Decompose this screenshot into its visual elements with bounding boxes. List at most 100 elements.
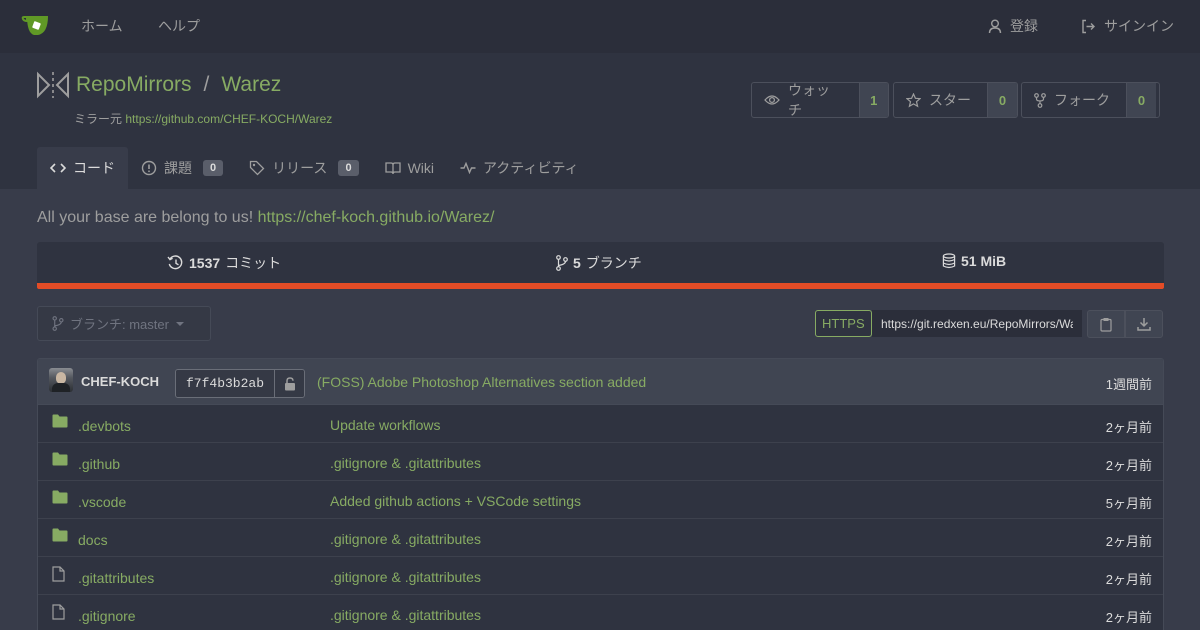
repo-description-text: All your base are belong to us! [37,209,254,226]
person-icon [988,19,1002,34]
issues-count-badge: 0 [203,160,224,176]
watch-button-label-area[interactable]: ウォッチ [752,83,859,117]
tab-activity-label: アクティビティ [483,160,579,176]
fork-icon [1034,92,1046,108]
commit-time: 1週間前 [1105,377,1152,392]
table-row: .gitignore .gitignore & .gitattributes 2… [38,595,1163,630]
history-icon [167,255,184,271]
branches-count: 5 [573,255,581,271]
repo-website-link[interactable]: https://chef-koch.github.io/Warez/ [258,209,495,226]
file-name-link[interactable]: .gitignore [78,608,136,624]
top-navbar: ホーム ヘルプ 登録 サインイン [0,0,1200,53]
folder-icon [52,528,68,545]
folder-icon [52,452,68,469]
commits-stat[interactable]: 1537 コミット [167,253,281,273]
star-count[interactable]: 0 [987,83,1017,117]
fork-button-label-area[interactable]: フォーク [1022,83,1126,117]
file-name-link[interactable]: .devbots [78,418,131,434]
file-commit-time: 2ヶ月前 [1105,534,1152,549]
table-row: docs .gitignore & .gitattributes 2ヶ月前 [38,519,1163,557]
gitea-logo-icon[interactable] [21,13,51,39]
table-row: .vscode Added github actions + VSCode se… [38,481,1163,519]
clipboard-icon [1100,317,1112,332]
file-name-link[interactable]: docs [78,532,108,548]
file-commit-message-link[interactable]: Update workflows [330,417,441,433]
file-icon [52,566,65,585]
tab-issues[interactable]: 課題 0 [128,147,236,189]
file-commit-message-link[interactable]: .gitignore & .gitattributes [330,569,481,585]
mirror-label: ミラー元 [74,112,123,126]
table-row: .gitattributes .gitignore & .gitattribut… [38,557,1163,595]
nav-home-link[interactable]: ホーム [81,18,123,34]
nav-register-link[interactable]: 登録 [988,18,1038,34]
file-commit-message-link[interactable]: .gitignore & .gitattributes [330,607,481,623]
branch-icon [52,316,64,331]
file-commit-message-link[interactable]: .gitignore & .gitattributes [330,455,481,471]
repo-owner-link[interactable]: RepoMirrors [76,73,192,97]
repo-name-link[interactable]: Warez [221,73,281,97]
sign-in-icon [1081,19,1096,34]
nav-signin-link[interactable]: サインイン [1081,18,1174,34]
watch-label: ウォッチ [788,82,830,118]
commit-sha-button[interactable]: f7f4b3b2ab [175,369,306,398]
tab-wiki-label: Wiki [407,160,434,176]
file-commit-time: 5ヶ月前 [1105,496,1152,511]
commit-message-link[interactable]: (FOSS) Adobe Photoshop Alternatives sect… [317,374,646,390]
watch-count[interactable]: 1 [858,83,888,117]
branches-stat[interactable]: 5 ブランチ [556,253,642,273]
commits-label: コミット [225,255,282,271]
file-table: CHEF-KOCH f7f4b3b2ab (FOSS) Adobe Photos… [37,358,1164,630]
star-button[interactable]: スター 0 [893,82,1018,118]
table-row: .github .gitignore & .gitattributes 2ヶ月前 [38,443,1163,481]
repo-title: RepoMirrors / Warez [76,73,281,97]
tab-activity[interactable]: アクティビティ [447,147,592,189]
repo-size: 51 MiB [961,253,1007,269]
tag-icon [249,160,265,176]
tab-code[interactable]: コード [37,147,128,189]
file-name-link[interactable]: .github [78,456,120,472]
caret-down-icon [175,321,185,327]
repo-description: All your base are belong to us! https://… [37,209,494,227]
file-commit-time: 2ヶ月前 [1105,420,1152,435]
watch-button[interactable]: ウォッチ 1 [751,82,889,118]
copy-url-button[interactable] [1087,310,1125,338]
tab-code-label: コード [73,160,115,176]
nav-register-label: 登録 [1010,18,1038,34]
file-icon [52,604,65,623]
repo-header: RepoMirrors / Warez ミラー元 https://github.… [0,53,1200,189]
file-commit-message-link[interactable]: Added github actions + VSCode settings [330,493,581,509]
download-button[interactable] [1125,310,1163,338]
commit-sha[interactable]: f7f4b3b2ab [176,370,275,397]
star-icon [906,92,921,108]
nav-help-link[interactable]: ヘルプ [158,18,200,34]
star-button-label-area[interactable]: スター [894,83,987,117]
size-stat: 51 MiB [942,253,1006,269]
branch-icon [556,255,568,271]
releases-count-badge: 0 [338,160,359,176]
file-name-link[interactable]: .gitattributes [78,570,154,586]
repo-title-separator: / [203,73,210,96]
unlock-icon [274,370,305,397]
avatar-body [52,383,70,392]
mirror-url-link[interactable]: https://github.com/CHEF-KOCH/Warez [125,112,332,126]
fork-button[interactable]: フォーク 0 [1021,82,1160,118]
branches-label: ブランチ [585,255,642,271]
clone-url-input[interactable] [872,310,1082,337]
tab-releases[interactable]: リリース 0 [236,147,371,189]
repo-tabs: コード 課題 0 リリース 0 Wiki アクティビティ [37,147,592,189]
issue-icon [141,160,157,176]
fork-count[interactable]: 0 [1126,83,1156,117]
avatar[interactable] [49,368,73,392]
tab-issues-label: 課題 [164,160,192,176]
tab-wiki[interactable]: Wiki [372,147,447,189]
clone-protocol-https[interactable]: HTTPS [815,310,872,337]
commit-author-link[interactable]: CHEF-KOCH [81,374,159,389]
eye-icon [764,94,780,106]
file-commit-message-link[interactable]: .gitignore & .gitattributes [330,531,481,547]
file-name-link[interactable]: .vscode [78,494,126,510]
database-icon [942,253,956,269]
branch-selector[interactable]: ブランチ: master [37,306,211,341]
language-bar[interactable] [37,283,1164,289]
file-commit-time: 2ヶ月前 [1105,610,1152,625]
download-icon [1137,317,1151,331]
